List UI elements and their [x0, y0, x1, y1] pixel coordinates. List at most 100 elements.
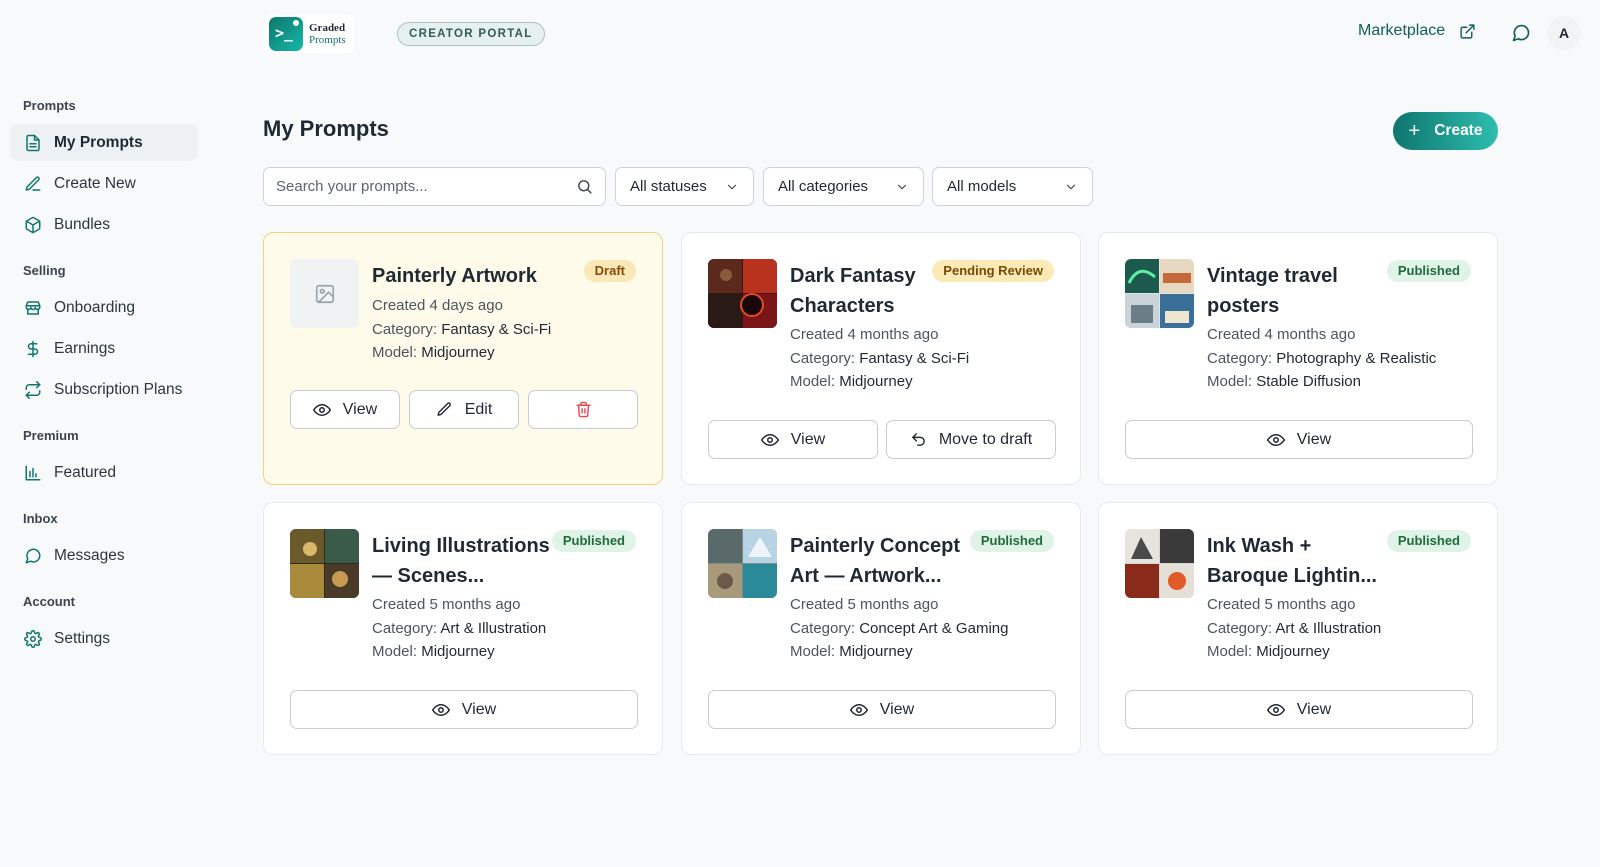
logo-line-2: Prompts	[309, 34, 346, 46]
eye-icon	[312, 403, 331, 416]
sidebar-item-settings[interactable]: Settings	[10, 620, 198, 657]
gear-icon	[24, 629, 42, 648]
category-label: Category:	[1207, 349, 1273, 367]
view-button[interactable]: View	[1125, 690, 1473, 729]
view-button[interactable]: View	[290, 690, 638, 729]
sidebar-item-label: Bundles	[54, 215, 111, 233]
prompt-title[interactable]: Dark Fantasy Characters	[790, 261, 940, 321]
sidebar-item-label: Onboarding	[54, 298, 136, 316]
app-logo[interactable]: >_ Graded Prompts	[265, 15, 354, 53]
section-title-premium: Premium	[23, 428, 79, 443]
image-placeholder-icon	[315, 284, 334, 303]
view-button[interactable]: View	[290, 390, 400, 429]
eye-icon	[431, 703, 450, 716]
sidebar: Prompts My Prompts Create New Bundles Se…	[10, 96, 198, 661]
dollar-icon	[27, 340, 39, 357]
thumbnail-placeholder	[290, 259, 359, 328]
sidebar-item-bundles[interactable]: Bundles	[10, 206, 198, 243]
avatar[interactable]: A	[1547, 16, 1581, 50]
prompt-meta: Created 5 months ago Category: Art & Ill…	[372, 593, 546, 664]
sidebar-item-earnings[interactable]: Earnings	[10, 330, 198, 367]
bar-chart-icon	[25, 465, 41, 480]
prompt-title[interactable]: Living Illustrations — Scenes...	[372, 531, 552, 591]
model-value: Midjourney	[421, 344, 495, 361]
category-value: Fantasy & Sci-Fi	[859, 349, 970, 367]
store-icon	[25, 300, 41, 315]
sidebar-item-featured[interactable]: Featured	[10, 454, 198, 491]
sidebar-item-subscription-plans[interactable]: Subscription Plans	[10, 371, 198, 408]
document-icon	[26, 134, 40, 151]
prompt-card: Painterly Concept Art — Artwork... Publi…	[681, 502, 1081, 755]
section-title-account: Account	[23, 594, 75, 609]
marketplace-label: Marketplace	[1358, 22, 1446, 39]
category-value: Photography & Realistic	[1276, 349, 1437, 367]
view-button[interactable]: View	[1125, 420, 1473, 459]
creator-portal-badge: CREATOR PORTAL	[397, 22, 545, 46]
search-icon[interactable]	[576, 178, 593, 195]
move-to-draft-label: Move to draft	[938, 430, 1033, 448]
chat-icon	[25, 548, 41, 563]
status-badge: Draft	[583, 260, 636, 282]
category-value: Concept Art & Gaming	[859, 619, 1009, 637]
created-text: Created 4 months ago	[1207, 326, 1356, 343]
marketplace-link[interactable]: Marketplace	[1358, 22, 1476, 40]
created-text: Created 5 months ago	[372, 596, 521, 613]
model-label: Model:	[372, 643, 418, 660]
prompt-card: Living Illustrations — Scenes... Publish…	[263, 502, 663, 755]
model-line: Model: Midjourney	[790, 370, 969, 394]
plus-icon: +	[1408, 120, 1421, 142]
external-link-icon	[1460, 23, 1475, 39]
category-value: Art & Illustration	[440, 619, 547, 637]
category-line: Category: Art & Illustration	[372, 617, 546, 641]
sidebar-item-create-new[interactable]: Create New	[10, 165, 198, 202]
delete-button[interactable]	[528, 390, 638, 429]
search-input[interactable]	[276, 178, 576, 195]
sidebar-item-onboarding[interactable]: Onboarding	[10, 289, 198, 326]
chevron-down-icon	[727, 184, 737, 189]
model-filter-value: All models	[947, 178, 1017, 195]
sidebar-item-label: My Prompts	[54, 133, 143, 151]
category-filter-select[interactable]: All categories	[763, 167, 924, 206]
box-icon	[25, 216, 41, 233]
prompt-meta: Created 5 months ago Category: Concept A…	[790, 593, 1008, 664]
view-button[interactable]: View	[708, 420, 878, 459]
model-line: Model: Midjourney	[372, 341, 551, 365]
category-filter-value: All categories	[778, 178, 869, 195]
status-filter-value: All statuses	[630, 178, 707, 195]
category-line: Category: Photography & Realistic	[1207, 347, 1436, 371]
search-box	[263, 167, 606, 206]
chat-icon[interactable]	[1511, 23, 1531, 43]
prompt-title[interactable]: Ink Wash + Baroque Lightin...	[1207, 531, 1377, 591]
model-filter-select[interactable]: All models	[932, 167, 1093, 206]
prompt-thumbnail	[1125, 259, 1194, 328]
view-button[interactable]: View	[708, 690, 1056, 729]
model-line: Model: Midjourney	[372, 640, 546, 664]
category-line: Category: Concept Art & Gaming	[790, 617, 1008, 641]
view-button-label: View	[342, 400, 378, 418]
prompt-title[interactable]: Painterly Concept Art — Artwork...	[790, 531, 970, 591]
prompt-thumbnail	[708, 529, 777, 598]
edit-button[interactable]: Edit	[409, 390, 519, 429]
sidebar-item-label: Create New	[54, 174, 136, 192]
sidebar-item-label: Subscription Plans	[54, 380, 183, 398]
sidebar-item-label: Settings	[54, 629, 111, 647]
model-label: Model:	[1207, 643, 1253, 660]
create-button[interactable]: + Create	[1393, 112, 1498, 150]
logo-line-1: Graded	[309, 22, 346, 34]
category-label: Category:	[790, 349, 856, 367]
view-button-label: View	[879, 700, 915, 718]
category-line: Category: Fantasy & Sci-Fi	[790, 347, 969, 371]
edit-button-label: Edit	[464, 400, 493, 418]
model-value: Stable Diffusion	[1256, 373, 1361, 390]
prompt-title[interactable]: Painterly Artwork	[372, 261, 552, 291]
sidebar-item-messages[interactable]: Messages	[10, 537, 198, 574]
prompt-card: Vintage travel posters Published Created…	[1098, 232, 1498, 485]
sidebar-item-label: Messages	[54, 546, 125, 564]
move-to-draft-button[interactable]: Move to draft	[886, 420, 1056, 459]
category-value: Art & Illustration	[1275, 619, 1382, 637]
prompt-title[interactable]: Vintage travel posters	[1207, 261, 1367, 321]
sidebar-item-my-prompts[interactable]: My Prompts	[10, 124, 198, 161]
view-button-label: View	[1296, 700, 1332, 718]
status-filter-select[interactable]: All statuses	[615, 167, 754, 206]
category-label: Category:	[372, 320, 438, 338]
